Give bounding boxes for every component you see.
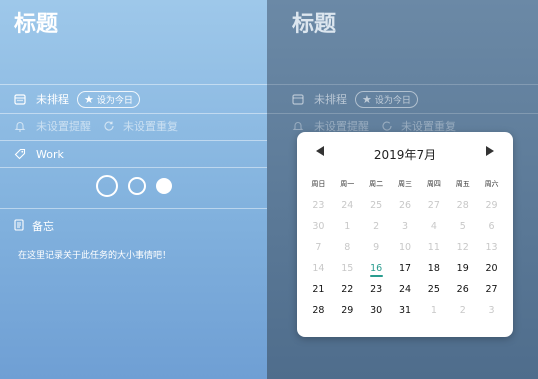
repeat-icon (381, 120, 393, 132)
day-cell[interactable]: 2 (448, 300, 477, 321)
divider (0, 113, 267, 114)
divider (0, 140, 267, 141)
memo-textarea[interactable]: 在这里记录关于此任务的大小事情吧！ (18, 248, 171, 261)
day-cell[interactable]: 31 (391, 300, 420, 321)
day-cell[interactable]: 7 (304, 237, 333, 258)
memo-header: 备忘 (14, 218, 54, 234)
day-cell[interactable]: 24 (333, 195, 362, 216)
task-detail-panel: 标题 未排程 ★ 设为今日 未设置提醒 未设置重复 Work 备忘 在这里记录关… (0, 0, 267, 379)
day-cell[interactable]: 2 (362, 216, 391, 237)
weekday-label: 周六 (484, 180, 499, 188)
day-cell[interactable]: 26 (391, 195, 420, 216)
divider (0, 84, 267, 85)
day-cell[interactable]: 5 (448, 216, 477, 237)
day-cell[interactable]: 30 (362, 300, 391, 321)
day-cell[interactable]: 30 (304, 216, 333, 237)
day-cell[interactable]: 1 (419, 300, 448, 321)
divider (267, 84, 538, 85)
day-cell[interactable]: 25 (419, 279, 448, 300)
reminder-label: 未设置提醒 (36, 120, 91, 133)
day-cell[interactable]: 28 (448, 195, 477, 216)
calendar-icon (292, 93, 304, 105)
tag-icon (14, 148, 26, 160)
day-cell[interactable]: 29 (333, 300, 362, 321)
divider (0, 167, 267, 168)
priority-option-selected[interactable] (155, 178, 172, 194)
day-cell[interactable]: 17 (391, 258, 420, 279)
schedule-row: 未排程 ★ 设为今日 (292, 88, 418, 110)
divider (267, 113, 538, 114)
day-grid: 23 24 25 26 27 28 29 30 1 2 3 4 5 6 7 8 9 10 11 12 13 14 15 16 1… (304, 195, 506, 321)
star-icon: ★ (362, 92, 372, 106)
day-cell[interactable]: 29 (477, 195, 506, 216)
day-cell[interactable]: 27 (419, 195, 448, 216)
day-cell[interactable]: 26 (448, 279, 477, 300)
tag-row[interactable]: Work (14, 143, 64, 165)
day-cell[interactable]: 23 (362, 279, 391, 300)
day-cell[interactable]: 4 (419, 216, 448, 237)
day-cell[interactable]: 21 (304, 279, 333, 300)
day-cell[interactable]: 15 (333, 258, 362, 279)
repeat-icon (103, 120, 115, 132)
day-cell[interactable]: 8 (333, 237, 362, 258)
day-cell[interactable]: 11 (419, 237, 448, 258)
day-cell[interactable]: 27 (477, 279, 506, 300)
day-cell[interactable]: 12 (448, 237, 477, 258)
day-cell[interactable]: 13 (477, 237, 506, 258)
weekday-label: 周三 (397, 180, 412, 188)
day-cell[interactable]: 18 (419, 258, 448, 279)
bell-icon (14, 120, 26, 132)
priority-selector (0, 175, 267, 197)
calendar-icon (14, 93, 26, 105)
schedule-label: 未排程 (36, 93, 69, 106)
day-cell[interactable]: 19 (448, 258, 477, 279)
bell-icon (292, 120, 304, 132)
reminder-row[interactable]: 未设置提醒 未设置重复 (14, 115, 178, 137)
day-cell-today[interactable]: 16 (362, 258, 391, 279)
day-cell[interactable]: 6 (477, 216, 506, 237)
memo-title: 备忘 (32, 220, 54, 233)
day-cell[interactable]: 10 (391, 237, 420, 258)
day-cell[interactable]: 3 (391, 216, 420, 237)
note-icon (14, 218, 24, 234)
set-today-button: ★ 设为今日 (355, 90, 418, 108)
schedule-row[interactable]: 未排程 ★ 设为今日 (14, 88, 140, 110)
weekday-label: 周二 (369, 180, 384, 188)
day-cell[interactable]: 25 (362, 195, 391, 216)
task-title[interactable]: 标题 (14, 6, 58, 38)
repeat-label[interactable]: 未设置重复 (123, 118, 178, 134)
task-title: 标题 (292, 12, 337, 37)
weekday-header: 周日 周一 周二 周三 周四 周五 周六 (304, 179, 506, 189)
tag-label: Work (36, 147, 64, 161)
day-cell[interactable]: 28 (304, 300, 333, 321)
weekday-label: 周四 (426, 180, 441, 188)
day-cell[interactable]: 24 (391, 279, 420, 300)
day-cell[interactable]: 1 (333, 216, 362, 237)
star-icon: ★ (84, 92, 94, 106)
day-cell[interactable]: 23 (304, 195, 333, 216)
set-today-label: 设为今日 (96, 95, 133, 106)
set-today-button[interactable]: ★ 设为今日 (77, 90, 140, 108)
day-cell[interactable]: 22 (333, 279, 362, 300)
day-cell[interactable]: 9 (362, 237, 391, 258)
date-picker-popup: 2019年7月 周日 周一 周二 周三 周四 周五 周六 23 24 25 26 27 28 29 30 1… (297, 132, 513, 337)
day-cell[interactable]: 20 (477, 258, 506, 279)
priority-option-large[interactable] (95, 175, 118, 197)
day-cell[interactable]: 3 (477, 300, 506, 321)
weekday-label: 周日 (311, 180, 326, 188)
month-label: 2019年7月 (373, 147, 437, 162)
day-cell[interactable]: 14 (304, 258, 333, 279)
divider (0, 208, 267, 209)
schedule-label: 未排程 (314, 93, 347, 106)
next-month-arrow-icon[interactable] (486, 146, 494, 156)
set-today-label: 设为今日 (374, 95, 411, 106)
weekday-label: 周五 (455, 180, 470, 188)
priority-option-medium[interactable] (127, 177, 146, 195)
weekday-label: 周一 (340, 180, 355, 188)
